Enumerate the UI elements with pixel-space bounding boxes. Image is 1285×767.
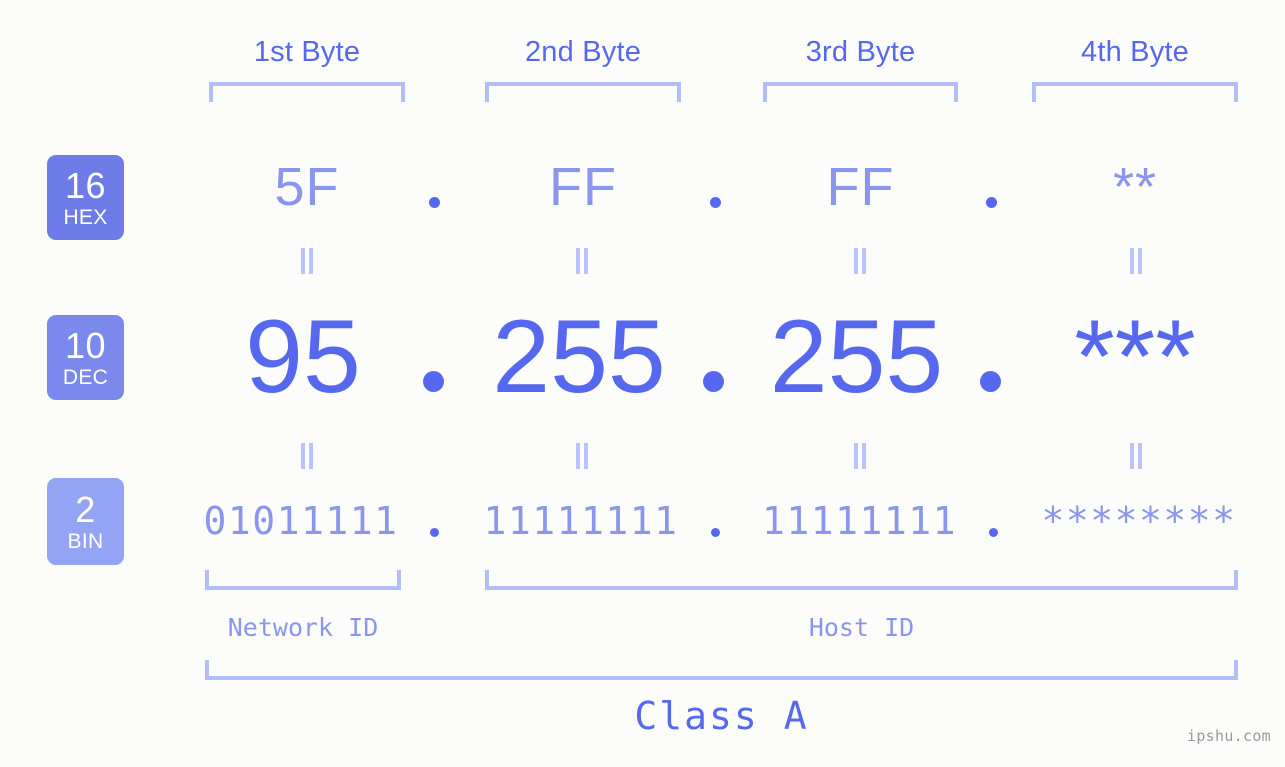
- dec-byte-1: 95: [245, 299, 361, 415]
- bin-byte-2: 11111111: [483, 499, 679, 543]
- byte-bracket-3: [763, 82, 958, 102]
- equals-mark-dec-bin-1: [300, 443, 314, 469]
- host-id-bracket: [485, 570, 1238, 590]
- dec-dot-3: [980, 371, 1001, 392]
- hex-byte-3: FF: [826, 157, 895, 217]
- byte-bracket-1: [209, 82, 405, 102]
- equals-mark-dec-bin-4: [1129, 443, 1143, 469]
- class-label: Class A: [634, 694, 809, 738]
- base-badge-dec: 10 DEC: [47, 315, 124, 400]
- hex-dot-2: [710, 197, 721, 208]
- base-badge-hex-abbr: HEX: [63, 205, 108, 229]
- dec-byte-2: 255: [492, 299, 666, 415]
- network-id-label: Network ID: [227, 613, 379, 642]
- equals-mark-hex-dec-1: [300, 248, 314, 274]
- network-id-bracket: [205, 570, 401, 590]
- bin-dot-1: [430, 528, 439, 537]
- byte-header-1: 1st Byte: [253, 36, 361, 68]
- hex-dot-1: [429, 197, 440, 208]
- equals-mark-hex-dec-4: [1129, 248, 1143, 274]
- byte-header-4: 4th Byte: [1081, 36, 1189, 68]
- base-badge-bin-number: 2: [75, 488, 96, 530]
- equals-mark-hex-dec-2: [575, 248, 589, 274]
- bin-dot-3: [989, 528, 998, 537]
- equals-mark-dec-bin-3: [853, 443, 867, 469]
- bin-byte-1: 01011111: [203, 499, 399, 543]
- byte-bracket-4: [1032, 82, 1238, 102]
- hex-byte-4: **: [1112, 157, 1158, 217]
- ip-address-breakdown-diagram: 1st Byte 2nd Byte 3rd Byte 4th Byte 16 H…: [0, 0, 1285, 767]
- bin-byte-3: 11111111: [762, 499, 958, 543]
- hex-byte-2: FF: [549, 157, 617, 217]
- host-id-label: Host ID: [808, 613, 915, 642]
- watermark: ipshu.com: [1187, 727, 1271, 745]
- dec-byte-4: ***: [1074, 299, 1196, 415]
- base-badge-hex: 16 HEX: [47, 155, 124, 240]
- class-bracket: [205, 660, 1238, 680]
- hex-dot-3: [986, 197, 997, 208]
- byte-bracket-2: [485, 82, 681, 102]
- equals-mark-hex-dec-3: [853, 248, 867, 274]
- byte-header-2: 2nd Byte: [524, 36, 642, 68]
- bin-dot-2: [711, 528, 720, 537]
- base-badge-bin: 2 BIN: [47, 478, 124, 565]
- base-badge-hex-number: 16: [64, 164, 107, 206]
- hex-byte-1: 5F: [274, 157, 340, 217]
- dec-dot-1: [423, 371, 444, 392]
- bin-byte-4: ********: [1041, 499, 1237, 543]
- base-badge-dec-number: 10: [64, 324, 107, 366]
- base-badge-bin-abbr: BIN: [67, 529, 104, 553]
- equals-mark-dec-bin-2: [575, 443, 589, 469]
- dec-dot-2: [703, 371, 724, 392]
- byte-header-3: 3rd Byte: [805, 36, 916, 68]
- dec-byte-3: 255: [769, 299, 944, 415]
- base-badge-dec-abbr: DEC: [62, 365, 109, 389]
